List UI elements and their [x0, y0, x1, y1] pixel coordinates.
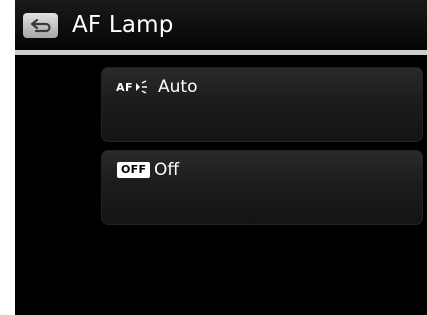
option-auto[interactable]: AF Auto	[101, 67, 423, 142]
af-lamp-icon: AF	[116, 80, 148, 94]
option-off-label: Off	[154, 160, 180, 180]
back-arrow-icon	[30, 18, 51, 32]
option-off[interactable]: OFF Off	[101, 150, 423, 225]
camera-menu-screen: AF Lamp AF Auto OFF Off	[15, 0, 427, 315]
page-title: AF Lamp	[72, 12, 174, 38]
option-auto-label: Auto	[158, 77, 198, 97]
back-button[interactable]	[23, 13, 58, 38]
menu-header: AF Lamp	[15, 0, 427, 50]
header-divider	[15, 50, 427, 55]
off-badge-icon: OFF	[117, 162, 151, 178]
